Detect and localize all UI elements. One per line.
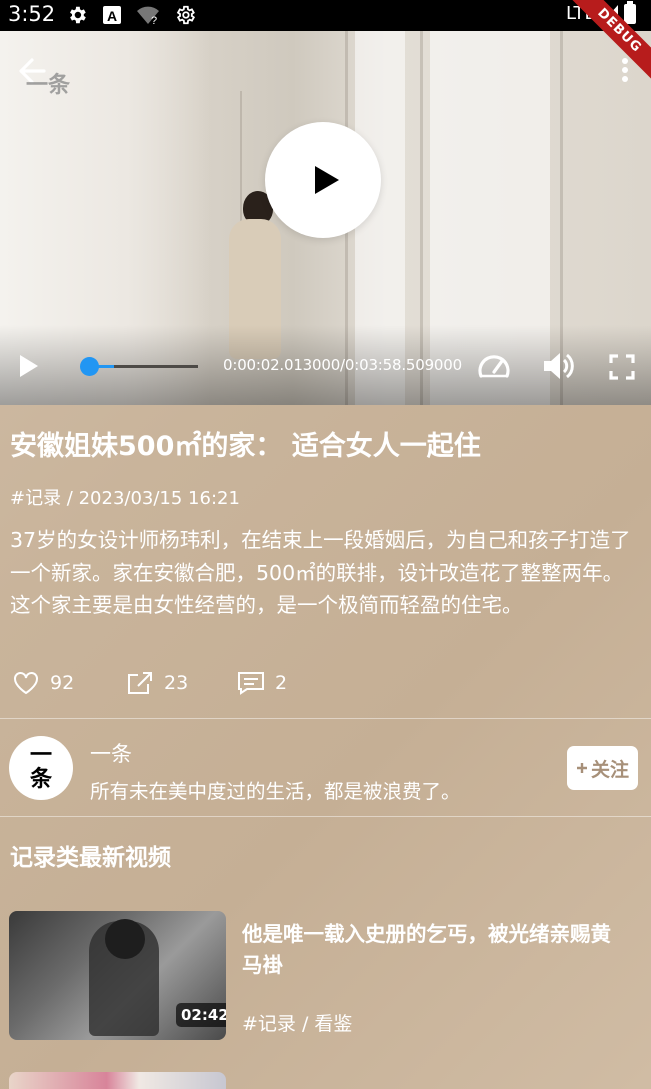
video-watermark: 一条: [26, 73, 71, 98]
time-readout: 0:00:02.013000/0:03:58.509000: [223, 356, 462, 374]
divider: [0, 816, 651, 817]
section-title: 记录类最新视频: [10, 845, 171, 871]
video-thumbnail[interactable]: [9, 1072, 226, 1089]
comment-button[interactable]: 2: [237, 670, 287, 696]
share-button[interactable]: 23: [126, 670, 188, 696]
video-thumbnail[interactable]: 02:42: [9, 911, 226, 1040]
gear-icon: [70, 6, 86, 24]
svg-text:A: A: [107, 8, 117, 24]
author-bio: 所有未在美中度过的生活，都是被浪费了。: [90, 780, 461, 803]
comment-icon: [238, 672, 264, 695]
follow-button[interactable]: 关注: [567, 746, 638, 790]
gear-icon: [176, 5, 196, 25]
wifi-question-icon: ?: [137, 6, 159, 26]
duration-badge: 02:42: [176, 1003, 226, 1027]
video-meta: #记录 / 2023/03/15 16:21: [10, 488, 240, 509]
divider: [0, 718, 651, 719]
author-name[interactable]: 一条: [90, 738, 132, 768]
heart-icon: [14, 672, 38, 695]
status-bar: 3:52 A ? LTE: [0, 0, 651, 31]
avatar-text: 一条: [29, 743, 52, 792]
svg-text:?: ?: [151, 15, 157, 26]
author-avatar[interactable]: 一条: [9, 736, 73, 800]
volume-icon[interactable]: [541, 351, 575, 381]
related-video-title[interactable]: 他是唯一载入史册的乞丐，被光绪亲赐黄马褂: [242, 919, 622, 981]
center-play-button[interactable]: [265, 122, 381, 238]
video-description: 37岁的女设计师杨玮利，在结束上一段婚姻后，为自己和孩子打造了一个新家。家在安徽…: [10, 528, 631, 617]
play-icon: [315, 166, 339, 194]
speed-gauge-icon[interactable]: [477, 352, 511, 380]
share-count: 23: [164, 672, 189, 694]
comment-count: 2: [275, 672, 288, 694]
share-icon: [128, 672, 152, 694]
related-video-card[interactable]: 02:42 他是唯一载入史册的乞丐，被光绪亲赐黄马褂 #记录 / 看鉴: [9, 911, 639, 1041]
battery-icon: [623, 0, 636, 24]
like-count: 92: [50, 672, 75, 694]
plus-icon: [576, 763, 587, 773]
control-play-icon[interactable]: [20, 355, 38, 377]
related-video-meta: #记录 / 看鉴: [242, 1013, 353, 1035]
follow-label: 关注: [590, 758, 629, 781]
like-button[interactable]: 92: [12, 670, 74, 696]
video-player[interactable]: 一条 0:00:02.013000/0:03:58.509000: [0, 31, 651, 405]
status-time: 3:52: [8, 2, 56, 26]
progress-knob[interactable]: [79, 357, 99, 376]
fullscreen-icon[interactable]: [609, 354, 635, 380]
video-title: 安徽姐妹500㎡的家： 适合女人一起住: [10, 431, 481, 462]
a-icon: A: [103, 6, 121, 24]
status-icons: A ?: [66, 4, 196, 26]
